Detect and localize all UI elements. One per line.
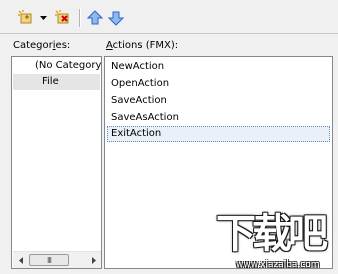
watermark-logo-text: 下载吧 bbox=[216, 211, 328, 257]
list-item[interactable]: SaveAsAction bbox=[108, 110, 329, 126]
actions-label: Actions (FMX): bbox=[106, 40, 179, 51]
scroll-right-icon bbox=[92, 257, 96, 264]
new-action-button[interactable] bbox=[16, 8, 36, 28]
move-up-icon bbox=[87, 10, 103, 25]
list-item[interactable]: OpenAction bbox=[108, 76, 329, 92]
new-action-dropdown-button[interactable] bbox=[37, 8, 49, 28]
move-down-button[interactable] bbox=[107, 8, 125, 28]
move-down-icon bbox=[108, 11, 124, 26]
list-item[interactable]: NewAction bbox=[108, 59, 329, 75]
watermark-logo: 下载吧 www.xiazaiba.com bbox=[201, 210, 338, 274]
categories-label: Categories: bbox=[13, 40, 71, 51]
scroll-left-icon bbox=[19, 257, 23, 264]
list-item[interactable]: SaveAction bbox=[108, 93, 329, 109]
delete-action-button[interactable] bbox=[53, 8, 73, 28]
list-item-focused[interactable]: ExitAction bbox=[107, 126, 330, 142]
horizontal-scrollbar[interactable]: III bbox=[13, 251, 101, 268]
new-action-icon bbox=[18, 10, 32, 24]
watermark-url: www.xiazaiba.com bbox=[236, 260, 320, 270]
toolbar bbox=[0, 0, 338, 34]
scroll-right-button[interactable] bbox=[86, 252, 101, 268]
delete-action-icon bbox=[55, 10, 69, 24]
scroll-thumb[interactable]: III bbox=[29, 254, 69, 266]
move-up-button[interactable] bbox=[86, 8, 104, 28]
list-item[interactable]: File bbox=[13, 74, 100, 90]
toolbar-separator bbox=[79, 9, 80, 27]
categories-list[interactable]: (No Category) File III bbox=[11, 56, 102, 269]
scroll-left-button[interactable] bbox=[13, 252, 29, 268]
list-item[interactable]: (No Category) bbox=[13, 58, 101, 74]
toolbar-divider bbox=[0, 33, 338, 34]
dropdown-arrow-icon bbox=[39, 16, 47, 20]
